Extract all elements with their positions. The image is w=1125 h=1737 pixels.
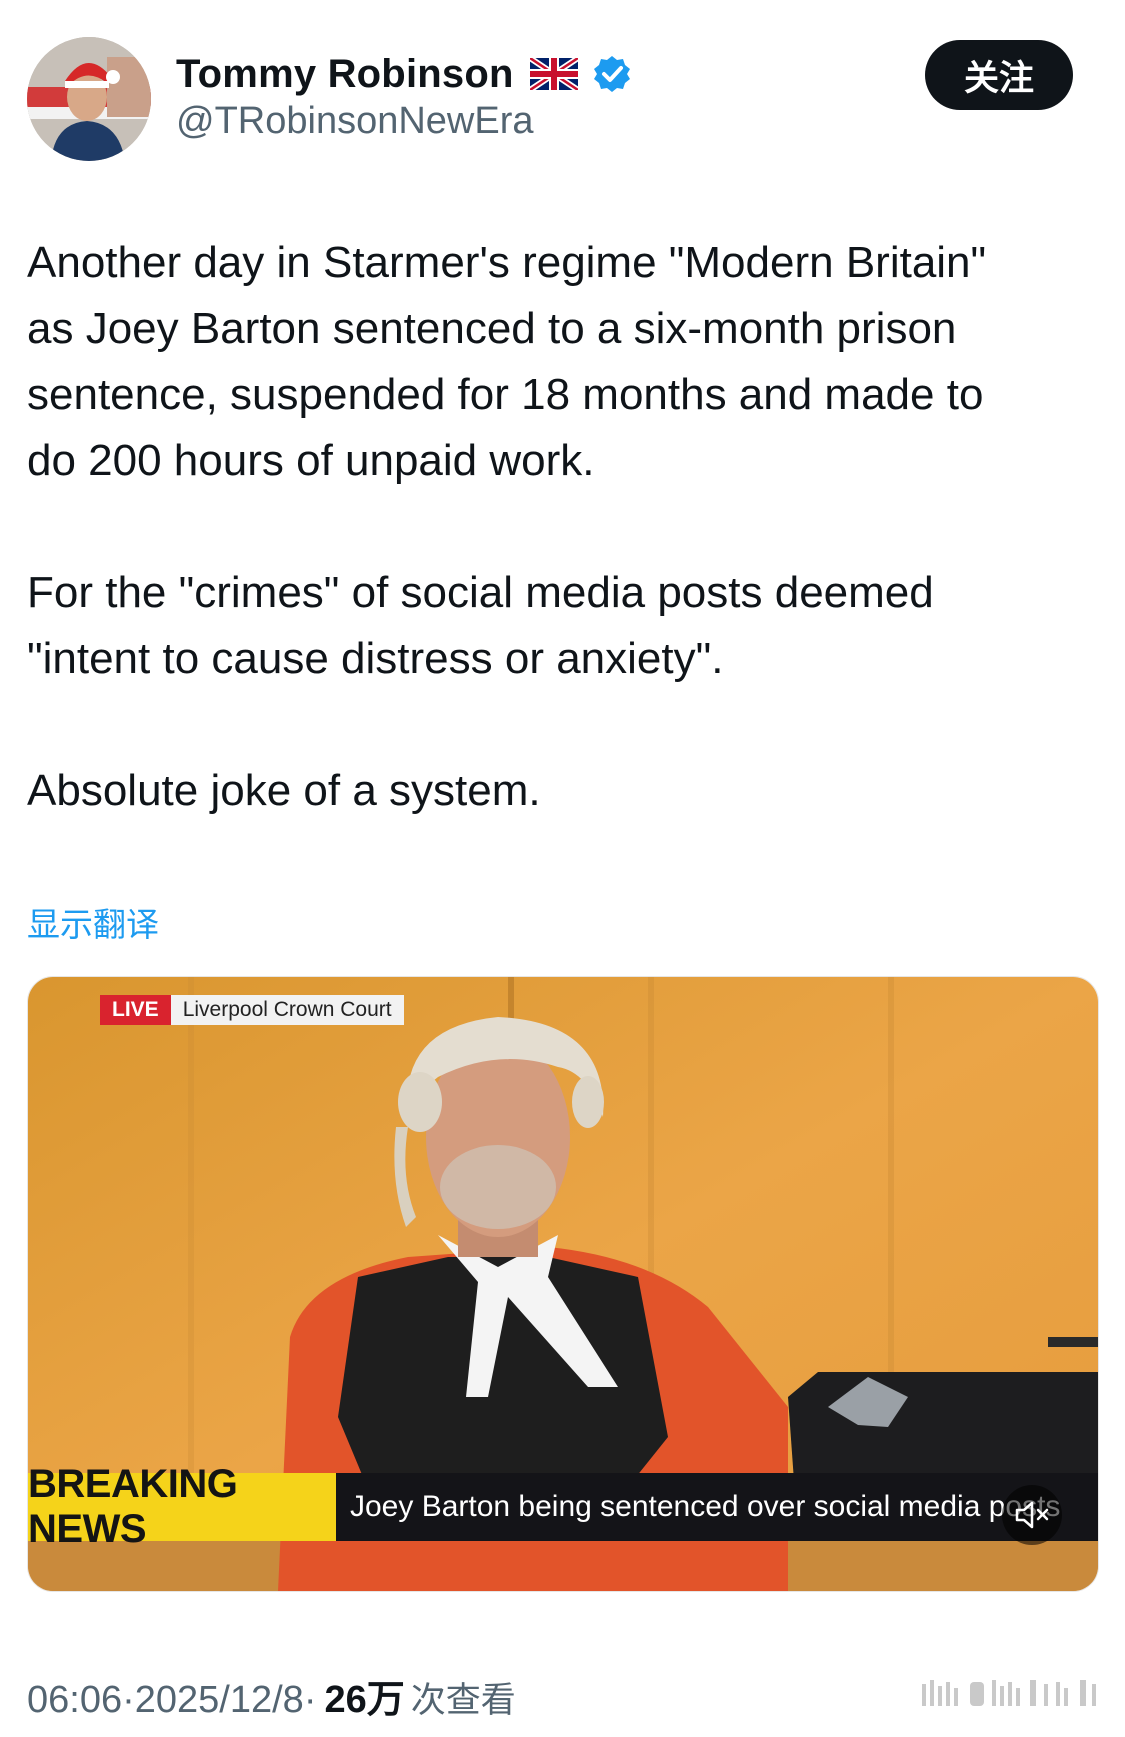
author-handle[interactable]: @TRobinsonNewEra [176, 100, 534, 143]
show-translation-link[interactable]: 显示翻译 [27, 898, 159, 946]
tweet-paragraph: For the "crimes" of social media posts d… [27, 568, 934, 683]
breaking-news-ticker: BREAKING NEWS Joey Barton being sentence… [28, 1462, 1098, 1551]
tweet-time[interactable]: 06:06 [27, 1679, 122, 1722]
tweet-meta: 06:06 · 2025/12/8 · 26万 次查看 [27, 1668, 516, 1723]
meta-separator: · [122, 1679, 135, 1721]
meta-separator: · [303, 1679, 317, 1721]
location-label: Liverpool Crown Court [170, 995, 404, 1025]
news-headline: Joey Barton being sentenced over social … [336, 1473, 1098, 1541]
tweet-video[interactable]: LIVE Liverpool Crown Court BREAKING NEWS… [27, 976, 1099, 1592]
live-tag: LIVE Liverpool Crown Court [100, 995, 404, 1025]
author-name[interactable]: Tommy Robinson [176, 52, 514, 97]
watermark-graphic [922, 1680, 1096, 1706]
breaking-news-label: BREAKING NEWS [28, 1462, 336, 1551]
tweet-paragraph: Another day in Starmer's regime "Modern … [27, 238, 987, 485]
tweet-body: Another day in Starmer's regime "Modern … [27, 230, 1107, 890]
tweet-date[interactable]: 2025/12/8 [135, 1679, 304, 1722]
tweet-header: Tommy Robinson @TRobinsonNewEra 关注 [0, 0, 1125, 170]
uk-flag-icon [527, 55, 580, 93]
verified-badge-icon [592, 54, 632, 94]
avatar-image [27, 37, 151, 161]
follow-button[interactable]: 关注 [925, 40, 1073, 110]
author-name-row: Tommy Robinson [176, 46, 632, 102]
view-count: 26万 [324, 1679, 405, 1721]
live-badge: LIVE [100, 995, 171, 1025]
speaker-muted-icon[interactable] [1002, 1485, 1062, 1545]
tweet-paragraph: Absolute joke of a system. [27, 766, 541, 815]
author-avatar[interactable] [27, 37, 151, 161]
view-count-label: 次查看 [410, 1681, 516, 1721]
